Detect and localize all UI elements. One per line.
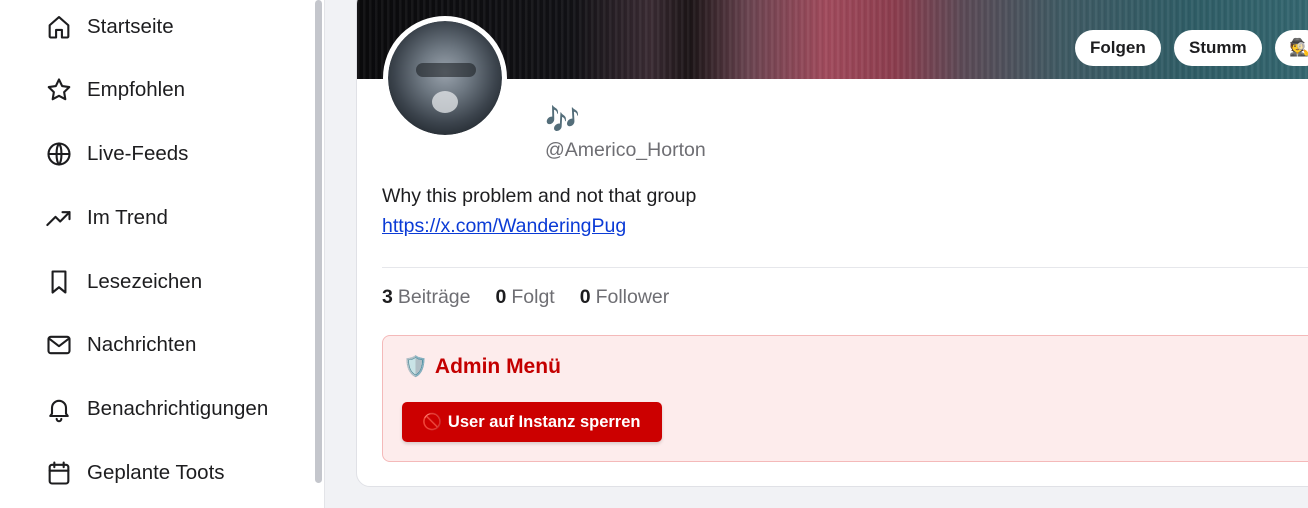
profile-stats: 3 Beiträge 0 Folgt 0 Follower: [382, 286, 694, 309]
sidebar-item-empfohlen[interactable]: Empfohlen: [44, 72, 185, 108]
globe-icon: [44, 139, 74, 169]
more-actions-button[interactable]: 🕵: [1275, 30, 1308, 66]
bookmark-icon: [44, 267, 74, 297]
sidebar-item-live-feeds[interactable]: Live-Feeds: [44, 136, 188, 172]
sidebar-item-startseite[interactable]: Startseite: [44, 9, 174, 45]
admin-menu-title: 🛡️ Admin Menü: [403, 354, 561, 379]
stat-posts[interactable]: 3 Beiträge: [382, 286, 471, 309]
avatar-image: [388, 21, 502, 135]
profile-handle: @Americo_Horton: [545, 139, 706, 161]
sidebar-item-label: Live-Feeds: [87, 142, 189, 165]
sidebar-item-geplante-toots[interactable]: Geplante Toots: [44, 455, 225, 491]
ban-icon: 🚫: [422, 414, 442, 431]
admin-menu: 🛡️ Admin Menü 🚫 User auf Instanz sperren: [382, 335, 1308, 462]
sidebar-item-benachrichtigungen[interactable]: Benachrichtigungen: [44, 391, 268, 427]
ban-user-button[interactable]: 🚫 User auf Instanz sperren: [402, 402, 662, 442]
mail-icon: [44, 330, 74, 360]
display-name: 🎶: [545, 104, 580, 135]
stat-following-label: Folgt: [511, 286, 555, 308]
sidebar-item-label: Lesezeichen: [87, 270, 203, 293]
sidebar-item-label: Empfohlen: [87, 78, 186, 101]
stat-posts-label: Beiträge: [397, 286, 471, 308]
stat-posts-count: 3: [382, 286, 393, 308]
sidebar-item-label: Benachrichtigungen: [87, 397, 269, 420]
home-icon: [44, 12, 74, 42]
profile-bio: Why this problem and not that group: [382, 185, 697, 207]
sidebar: Startseite Empfohlen Live-Feeds Im Trend…: [0, 0, 325, 508]
bell-icon: [44, 394, 74, 424]
spy-icon: 🕵: [1289, 38, 1308, 58]
sidebar-scrollbar[interactable]: [315, 0, 322, 483]
star-icon: [44, 75, 74, 105]
stat-following-count: 0: [495, 286, 507, 308]
profile-link[interactable]: https://x.com/WanderingPug: [382, 215, 626, 238]
mute-button[interactable]: Stumm: [1174, 30, 1262, 66]
trending-icon: [44, 203, 74, 233]
stat-followers[interactable]: 0 Follower: [580, 286, 670, 309]
calendar-icon: [44, 458, 74, 488]
stat-following[interactable]: 0 Folgt: [496, 286, 555, 309]
ban-user-label: User auf Instanz sperren: [447, 412, 641, 431]
divider: [382, 267, 1308, 268]
shield-icon: 🛡️: [403, 356, 428, 378]
sidebar-item-im-trend[interactable]: Im Trend: [44, 200, 168, 236]
sidebar-item-label: Nachrichten: [87, 333, 197, 356]
sidebar-item-label: Im Trend: [87, 206, 168, 229]
profile-card: Folgen Stumm 🕵 🎶 @Americo_Horton Why thi…: [356, 0, 1308, 487]
follow-button[interactable]: Folgen: [1075, 30, 1161, 66]
avatar[interactable]: [383, 16, 507, 140]
sidebar-item-lesezeichen[interactable]: Lesezeichen: [44, 264, 202, 300]
stat-followers-label: Follower: [595, 286, 670, 308]
sidebar-item-nachrichten[interactable]: Nachrichten: [44, 327, 196, 363]
stat-followers-count: 0: [579, 286, 591, 308]
sidebar-item-label: Startseite: [87, 15, 174, 38]
sidebar-item-label: Geplante Toots: [87, 461, 225, 484]
admin-menu-title-text: Admin Menü: [434, 354, 561, 378]
